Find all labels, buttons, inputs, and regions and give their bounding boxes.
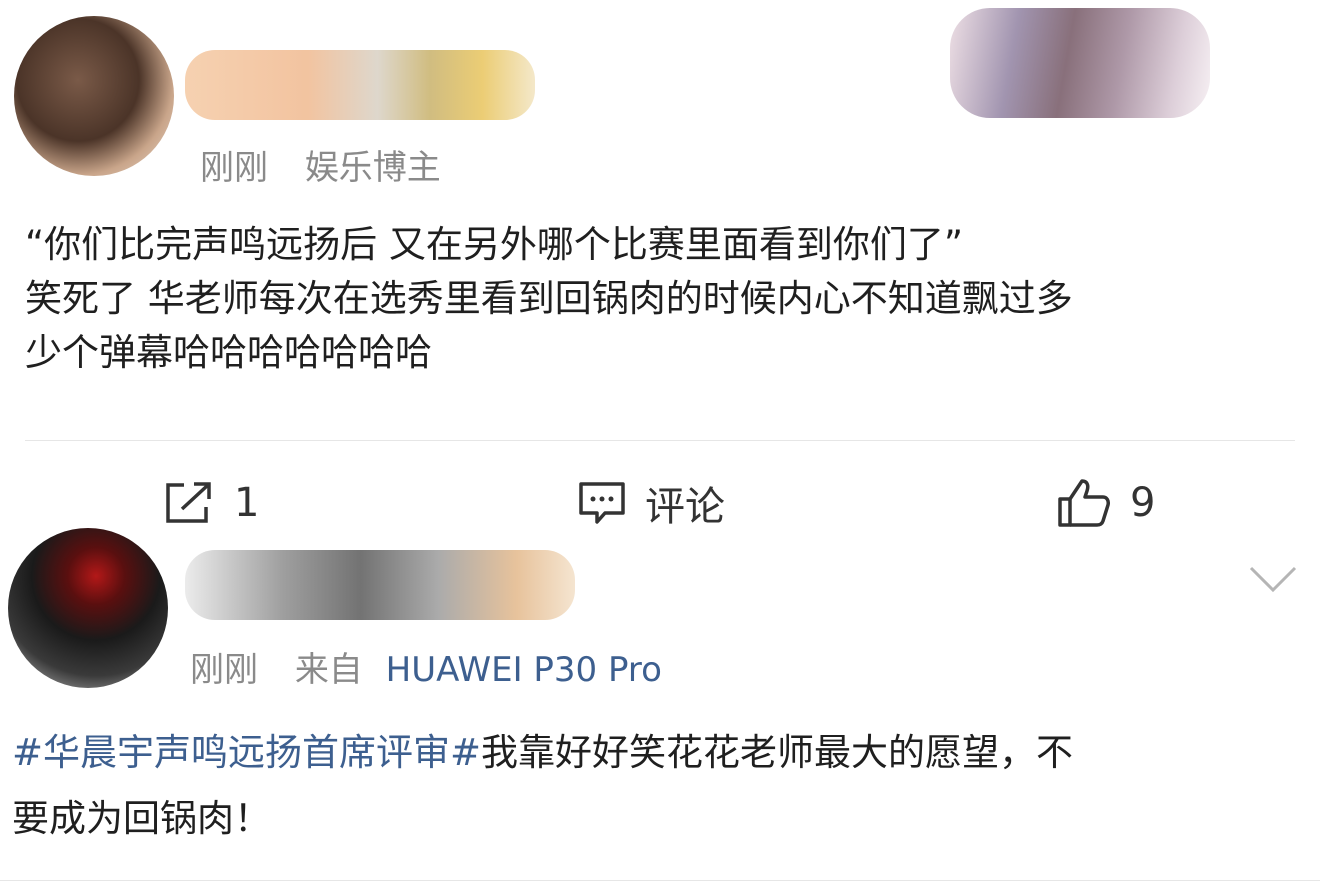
badge-obscured — [950, 8, 1210, 118]
comment-meta: 刚刚 来自 HUAWEI P30 Pro — [190, 642, 688, 691]
post-line-1: “你们比完声鸣远扬后 又在另外哪个比赛里面看到你们了” — [25, 223, 964, 266]
post-meta: 刚刚 娱乐博主 — [200, 140, 467, 189]
comment-line-2: 要成为回锅肉！ — [12, 797, 271, 840]
comment-from: 来自 — [294, 650, 363, 690]
comment-body: #华晨宇声鸣远扬首席评审#我靠好好笑花花老师最大的愿望，不 要成为回锅肉！ — [12, 720, 1302, 852]
post-card-1: 刚刚 娱乐博主 “你们比完声鸣远扬后 又在另外哪个比赛里面看到你们了” 笑死了 … — [0, 0, 1320, 440]
divider — [0, 880, 1320, 881]
post-line-3: 少个弹幕哈哈哈哈哈哈哈 — [25, 331, 432, 374]
comment-card: 刚刚 来自 HUAWEI P30 Pro #华晨宇声鸣远扬首席评审#我靠好好笑花… — [0, 520, 1320, 894]
avatar[interactable] — [8, 528, 168, 688]
username-obscured[interactable] — [185, 50, 535, 120]
comment-line-1: #华晨宇声鸣远扬首席评审#我靠好好笑花花老师最大的愿望，不 — [12, 720, 1302, 786]
device-source[interactable]: HUAWEI P30 Pro — [386, 650, 662, 690]
comment-text: 我靠好好笑花花老师最大的愿望，不 — [481, 731, 1074, 774]
comment-time: 刚刚 — [190, 650, 258, 690]
username-obscured[interactable] — [185, 550, 575, 620]
post-body: “你们比完声鸣远扬后 又在另外哪个比赛里面看到你们了” 笑死了 华老师每次在选秀… — [25, 218, 1305, 380]
topic-link[interactable]: #华晨宇声鸣远扬首席评审# — [12, 731, 481, 774]
chevron-down-icon[interactable] — [1248, 564, 1298, 594]
post-tag: 娱乐博主 — [304, 148, 441, 188]
avatar[interactable] — [14, 16, 174, 176]
post-line-2: 笑死了 华老师每次在选秀里看到回锅肉的时候内心不知道飘过多 — [25, 277, 1073, 320]
divider — [25, 440, 1295, 441]
post-time: 刚刚 — [200, 148, 268, 188]
